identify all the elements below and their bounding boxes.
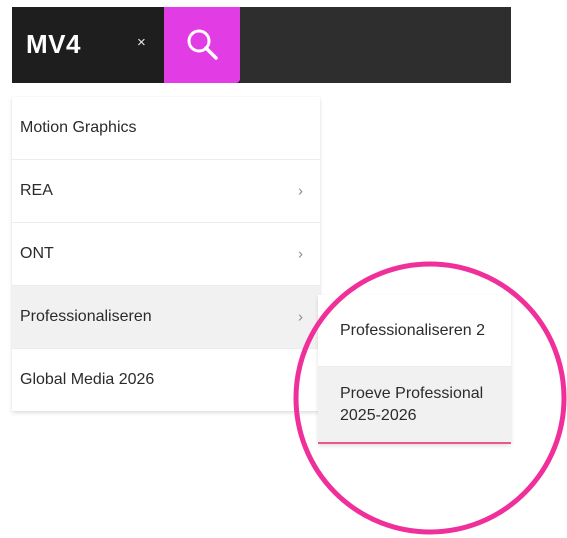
search-button[interactable] <box>164 7 240 83</box>
chevron-right-icon: › <box>298 245 303 263</box>
menu-item-ont[interactable]: ONT › <box>12 223 320 286</box>
chevron-right-icon: › <box>298 308 303 326</box>
close-button[interactable]: × <box>137 34 146 51</box>
submenu-item-professionaliseren[interactable]: Professionaliseren 2 <box>318 295 511 367</box>
submenu-professionaliseren: Professionaliseren 2 Proeve Professional… <box>318 295 511 444</box>
menu-item-label: Professionaliseren <box>20 308 152 325</box>
menu-item-label: Motion Graphics <box>20 119 137 136</box>
menu-item-professionaliseren[interactable]: Professionaliseren › <box>12 286 320 349</box>
menu-item-motion-graphics[interactable]: Motion Graphics <box>12 97 320 160</box>
submenu-item-label: Professionaliseren 2 <box>340 321 485 339</box>
menu-item-label: REA <box>20 182 53 199</box>
menu-item-rea[interactable]: REA › <box>12 160 320 223</box>
top-bar: MV4 × <box>12 7 511 83</box>
submenu-item-proeve-professional[interactable]: Proeve Professional 2025-2026 <box>318 367 511 442</box>
menu-item-label: ONT <box>20 245 54 262</box>
top-bar-filler <box>240 7 511 83</box>
submenu-item-label-line2: 2025-2026 <box>340 406 417 424</box>
search-icon <box>187 29 218 60</box>
menu-item-global-media-2026[interactable]: Global Media 2026 <box>12 349 320 411</box>
submenu-item-label-line1: Proeve Professional <box>340 384 484 402</box>
menu-item-label: Global Media 2026 <box>20 371 155 388</box>
chevron-right-icon: › <box>298 182 303 200</box>
app-title: MV4 <box>26 29 81 59</box>
dropdown-menu: Motion Graphics REA › ONT › Professional… <box>12 97 320 411</box>
